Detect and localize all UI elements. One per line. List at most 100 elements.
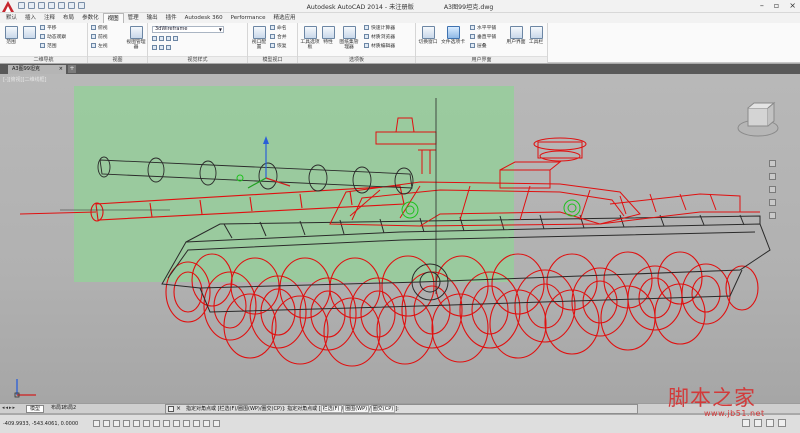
layout-nav-arrows[interactable]: ◂◂▸▸ — [2, 405, 16, 411]
join-button[interactable]: 合并 — [270, 34, 287, 41]
tab-featured-apps[interactable]: 精选应用 — [269, 13, 299, 23]
orbit-nav-icon[interactable] — [769, 199, 776, 206]
tab-output[interactable]: 输出 — [143, 13, 162, 23]
command-option-fence[interactable]: 栏选(F) — [320, 405, 342, 413]
restore-viewport-icon — [270, 43, 275, 48]
tab-layout[interactable]: 布局 — [59, 13, 78, 23]
tile-vertical-button[interactable]: 垂直平铺 — [470, 34, 496, 41]
close-command-icon[interactable]: × — [176, 405, 181, 413]
panel-user-interface: 切换窗口 文件选项卡 水平平铺 垂直平铺 层叠 用户界面 工具栏 用户界面 — [416, 23, 548, 63]
command-option-cpolygon[interactable]: 圈交(CP) — [370, 405, 396, 413]
extents-button[interactable]: 范围 — [2, 26, 20, 45]
snap-icon[interactable] — [93, 420, 100, 427]
tab-layout2[interactable]: 布局2 — [60, 405, 79, 413]
switch-windows-button[interactable]: 切换窗口 — [418, 26, 438, 45]
tab-view[interactable]: 视图 — [102, 13, 124, 23]
3dosnap-icon[interactable] — [143, 420, 150, 427]
orbit-button[interactable]: 动态观察 — [40, 34, 66, 41]
ortho-icon[interactable] — [113, 420, 120, 427]
properties-button[interactable]: 特性 — [320, 26, 336, 45]
tab-model[interactable]: 模型 — [26, 405, 45, 413]
selection-cycling-icon[interactable] — [213, 420, 220, 427]
view-top-button[interactable]: 俯视 — [91, 25, 108, 32]
drawing-viewport[interactable]: [-][俯视][二维线框] — [0, 74, 800, 403]
cascade-label: 层叠 — [477, 44, 487, 49]
material-editor-button[interactable]: 材质编辑器 — [364, 43, 395, 50]
join-label: 合并 — [277, 35, 287, 40]
tab-plugins[interactable]: 插件 — [162, 13, 181, 23]
light-icon — [166, 36, 171, 41]
material-browser-button[interactable]: 材质浏览器 — [364, 34, 395, 41]
visual-style-dropdown[interactable]: 3dWireframe ▼ — [152, 26, 224, 33]
close-tab-icon[interactable]: × — [59, 65, 63, 73]
range-button[interactable]: 范围 — [40, 43, 57, 50]
viewcube-icon[interactable] — [736, 98, 780, 142]
tab-annotate[interactable]: 注释 — [40, 13, 59, 23]
restore-icon[interactable]: ▫ — [774, 1, 779, 11]
tab-insert[interactable]: 插入 — [21, 13, 40, 23]
toolbar-icon — [529, 26, 543, 39]
quick-properties-icon[interactable] — [203, 420, 210, 427]
showmotion-icon[interactable] — [769, 212, 776, 219]
command-icon[interactable] — [168, 406, 174, 412]
osnap-icon[interactable] — [133, 420, 140, 427]
file-tab-label: A3图99坦克 — [12, 66, 40, 72]
toolbars-button[interactable]: 工具栏 — [526, 26, 546, 45]
orbit-icon — [40, 34, 45, 39]
new-tab-button[interactable]: + — [68, 65, 76, 73]
polar-icon[interactable] — [123, 420, 130, 427]
tab-manage[interactable]: 管理 — [124, 13, 143, 23]
view-left-button[interactable]: 左视 — [91, 43, 108, 50]
switch-windows-label: 切换窗口 — [418, 40, 438, 45]
quickcalc-button[interactable]: 快速计算器 — [364, 25, 395, 32]
command-line[interactable]: × 指定对角点或 [栏选(F)/圈围(WP)/圈交(CP)]: 指定对角点或 [… — [165, 404, 638, 414]
viewport-config-button[interactable]: 视口配置 — [250, 26, 268, 50]
tab-default[interactable]: 默认 — [2, 13, 21, 23]
dyn-icon[interactable] — [173, 420, 180, 427]
sheet-set-button[interactable]: 图纸集管理器 — [338, 26, 360, 50]
sheet-set-label: 图纸集管理器 — [339, 40, 359, 50]
view-front-button[interactable]: 前视 — [91, 34, 108, 41]
hull-outline — [161, 214, 771, 313]
turret — [329, 117, 760, 227]
named-button[interactable]: 命名 — [270, 25, 287, 32]
ducs-icon[interactable] — [163, 420, 170, 427]
coordinates-readout[interactable]: -409.9933, -543.4061, 0.0000 — [3, 421, 78, 427]
tab-autodesk-360[interactable]: Autodesk 360 — [181, 13, 227, 23]
steering-wheels-button[interactable] — [20, 26, 38, 40]
style-tools[interactable] — [152, 36, 180, 43]
zoom-nav-icon[interactable] — [769, 186, 776, 193]
transparency-icon[interactable] — [193, 420, 200, 427]
otrack-icon[interactable] — [153, 420, 160, 427]
file-tab-active[interactable]: A3图99坦克 × — [8, 65, 66, 74]
minimize-icon[interactable]: – — [760, 1, 764, 11]
view-manager-button[interactable]: 视图管理器 — [125, 26, 147, 50]
tool-palettes-button[interactable]: 工具选项板 — [300, 26, 320, 50]
pan-button[interactable]: 平移 — [40, 25, 57, 32]
tank-wireframe-drawing[interactable] — [0, 74, 800, 403]
full-navigation-wheel-icon[interactable] — [769, 160, 776, 167]
tab-performance[interactable]: Performance — [227, 13, 270, 23]
move-gizmo[interactable] — [247, 136, 291, 189]
watermark-url: www.jb51.net — [704, 409, 765, 418]
style-tools-2[interactable] — [152, 45, 173, 52]
window-controls: – ▫ × — [760, 1, 796, 11]
file-tabs-button[interactable]: 文件选项卡 — [440, 26, 466, 45]
cascade-button[interactable]: 层叠 — [470, 43, 487, 50]
panel-visual-styles: 3dWireframe ▼ 视觉样式 — [148, 23, 248, 63]
command-option-wpolygon[interactable]: 圈围(WP) — [343, 405, 370, 413]
title-bar: Autodesk AutoCAD 2014 - 未注册版 A3图99坦克.dwg… — [0, 0, 800, 13]
tile-horizontal-button[interactable]: 水平平铺 — [470, 25, 496, 32]
user-interface-button[interactable]: 用户界面 — [506, 26, 526, 45]
restore-button[interactable]: 恢复 — [270, 43, 287, 50]
view-front-label: 前视 — [98, 35, 108, 40]
close-icon[interactable]: × — [789, 1, 796, 11]
grid-icon[interactable] — [103, 420, 110, 427]
pan-nav-icon[interactable] — [769, 173, 776, 180]
pan-icon — [40, 25, 45, 30]
tab-parametric[interactable]: 参数化 — [78, 13, 103, 23]
tool-palettes-label: 工具选项板 — [300, 40, 320, 50]
left-view-icon — [91, 43, 96, 48]
lineweight-icon[interactable] — [183, 420, 190, 427]
view-left-label: 左视 — [98, 44, 108, 49]
